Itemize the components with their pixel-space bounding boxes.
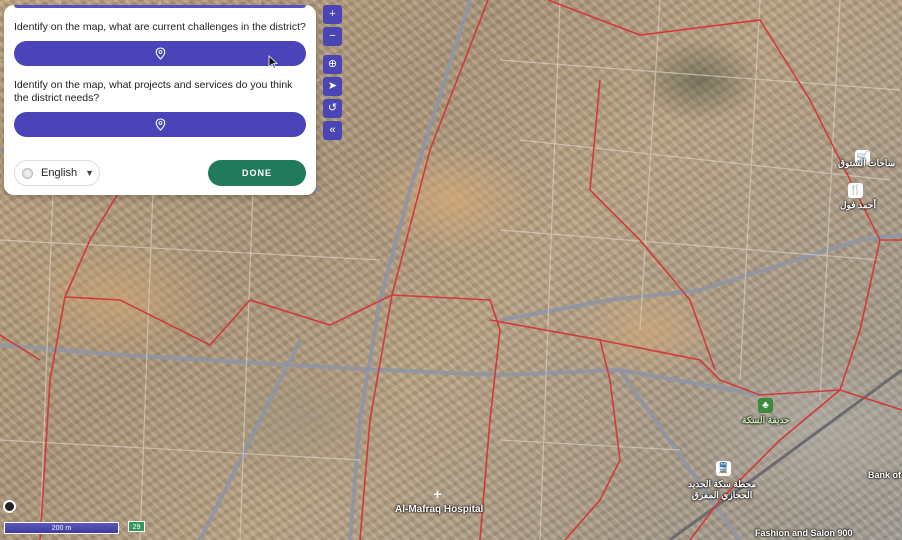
globe-icon — [22, 167, 33, 179]
zoom-out-button[interactable]: − — [323, 27, 342, 46]
done-button[interactable]: DONE — [208, 160, 306, 186]
zoom-level-badge: 29 — [128, 521, 145, 532]
zoom-area-icon[interactable]: ⊕ — [323, 55, 342, 74]
add-project-pin-button[interactable] — [14, 112, 306, 137]
mouse-cursor-icon — [268, 55, 278, 69]
locate-me-button[interactable] — [3, 500, 16, 513]
map-label-food: أحمد فول — [840, 200, 876, 210]
language-value: English — [41, 167, 78, 179]
map-pin-icon — [155, 47, 165, 60]
language-select[interactable]: English ▼ — [14, 160, 100, 186]
chevron-down-icon: ▼ — [85, 168, 94, 178]
map-toolbar: + − ⊕ ➤ ↺ « — [323, 5, 342, 143]
restaurant-icon[interactable]: 🍴 — [848, 183, 863, 198]
map-scale-bar: 200 m — [4, 522, 119, 534]
park-icon[interactable]: ♣ — [758, 398, 773, 413]
road-east — [499, 233, 902, 322]
collapse-icon[interactable]: « — [323, 121, 342, 140]
road-south-west — [198, 339, 302, 540]
question-challenges-text: Identify on the map, what are current ch… — [14, 21, 306, 33]
train-station-icon[interactable]: 🚆 — [716, 461, 731, 476]
map-pin-icon — [155, 118, 165, 131]
map-label-bank: Bank of — [868, 470, 902, 480]
panel-accent-bar — [14, 5, 306, 8]
zoom-in-button[interactable]: + — [323, 5, 342, 24]
panel-footer: English ▼ DONE — [14, 160, 306, 186]
navigate-icon[interactable]: ➤ — [323, 77, 342, 96]
hospital-icon[interactable]: + — [430, 487, 445, 502]
map-label-railway: محطة سكة الحديد الحجازي المفرق — [688, 479, 757, 500]
map-label-fashion: Fashion and Salon 900 — [755, 528, 853, 538]
railway-line — [669, 368, 902, 540]
road-south-east — [618, 368, 742, 540]
map-label-park: حديقة السكة — [742, 415, 790, 425]
undo-icon[interactable]: ↺ — [323, 99, 342, 118]
road-main-north-south — [348, 0, 472, 540]
question-projects-text: Identify on the map, what projects and s… — [14, 79, 293, 104]
map-label-market: ساحات الستوق — [838, 158, 896, 168]
map-label-hospital: Al-Mafraq Hospital — [395, 504, 484, 515]
add-challenge-pin-button[interactable] — [14, 41, 306, 66]
road-main-east-west — [0, 343, 761, 397]
survey-panel: Identify on the map, what are current ch… — [4, 5, 316, 195]
